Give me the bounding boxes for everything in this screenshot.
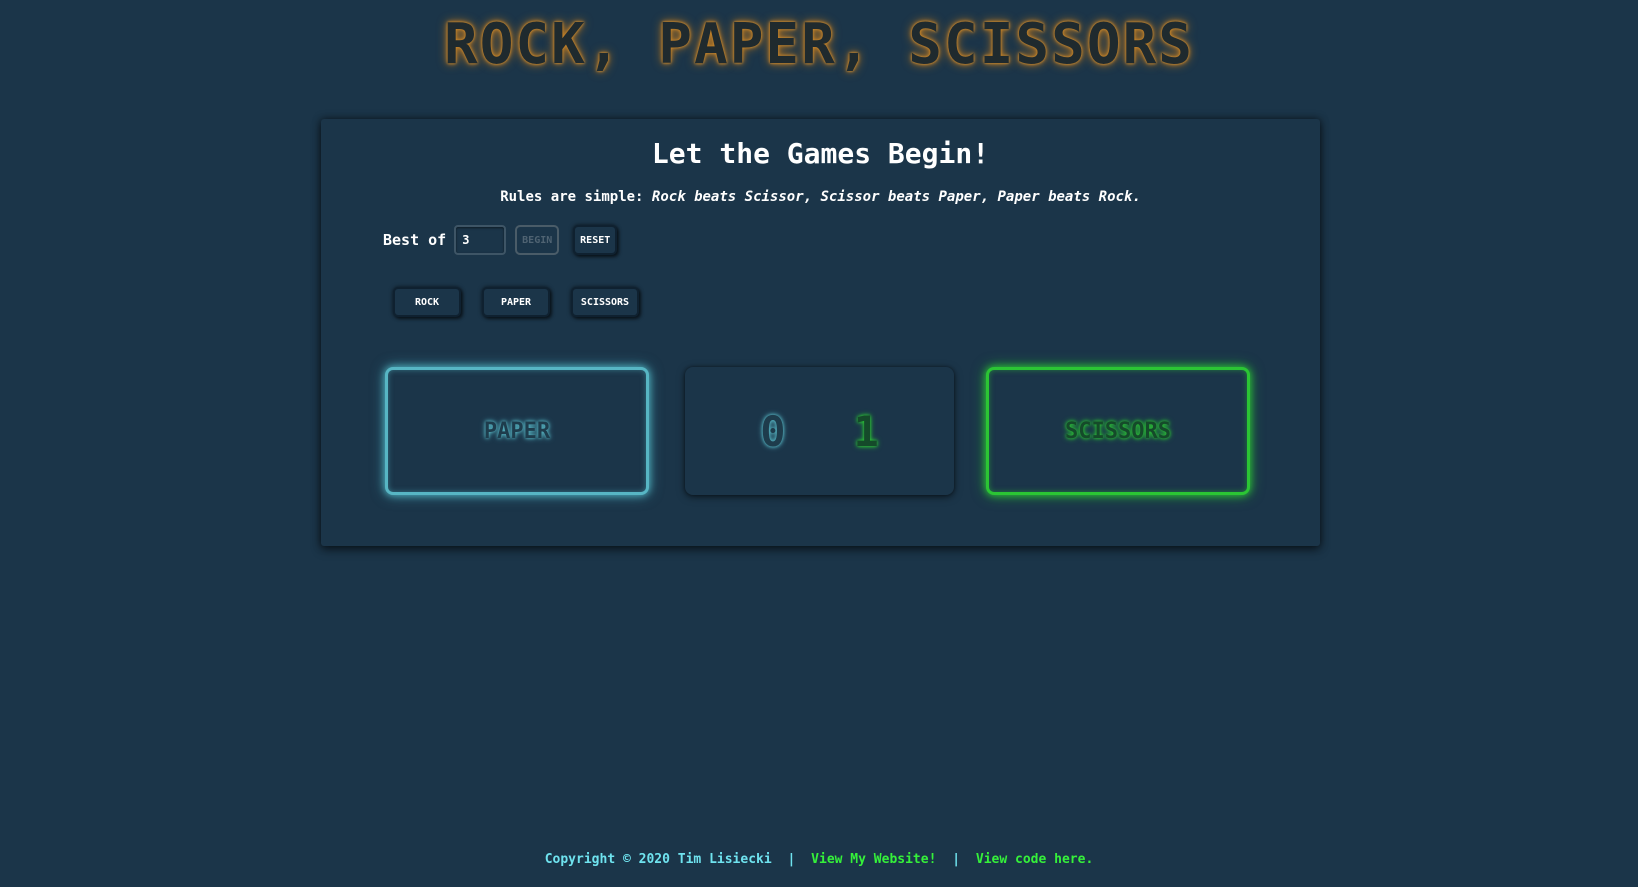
rules-prefix: Rules are simple: <box>500 189 644 205</box>
player-score: 0 <box>760 406 786 456</box>
computer-score: 1 <box>853 406 879 456</box>
scissors-button[interactable]: SCISSORS <box>571 287 639 317</box>
website-link[interactable]: View My Website! <box>811 852 936 867</box>
scoreboard: 0 1 <box>685 367 954 495</box>
rules-text: Rules are simple: Rock beats Scissor, Sc… <box>321 189 1320 205</box>
panel-heading: Let the Games Begin! <box>651 137 990 170</box>
computer-choice-box: SCISSORS <box>986 367 1250 495</box>
rules-detail: Rock beats Scissor, Scissor beats Paper,… <box>651 189 1141 205</box>
best-of-label: Best of <box>383 231 447 249</box>
begin-button[interactable]: BEGIN <box>515 225 560 255</box>
footer: Copyright © 2020 Tim Lisiecki | View My … <box>0 852 1638 867</box>
code-link[interactable]: View code here. <box>976 852 1093 867</box>
footer-separator: | <box>952 852 961 867</box>
footer-separator: | <box>787 852 796 867</box>
game-title: ROCK, PAPER, SCISSORS <box>443 12 1194 77</box>
match-controls: Best of BEGIN RESET <box>383 225 618 255</box>
computer-choice: SCISSORS <box>1065 418 1171 444</box>
player-choice-box: PAPER <box>385 367 649 495</box>
copyright-text: Copyright © 2020 Tim Lisiecki <box>544 852 772 867</box>
game-panel: Let the Games Begin! Rules are simple: R… <box>321 119 1320 546</box>
player-choice: PAPER <box>483 418 551 444</box>
reset-button[interactable]: RESET <box>573 225 618 255</box>
paper-button[interactable]: PAPER <box>482 287 550 317</box>
best-of-input[interactable] <box>454 225 507 255</box>
rock-button[interactable]: ROCK <box>393 287 461 317</box>
move-buttons: ROCK PAPER SCISSORS <box>393 287 660 317</box>
